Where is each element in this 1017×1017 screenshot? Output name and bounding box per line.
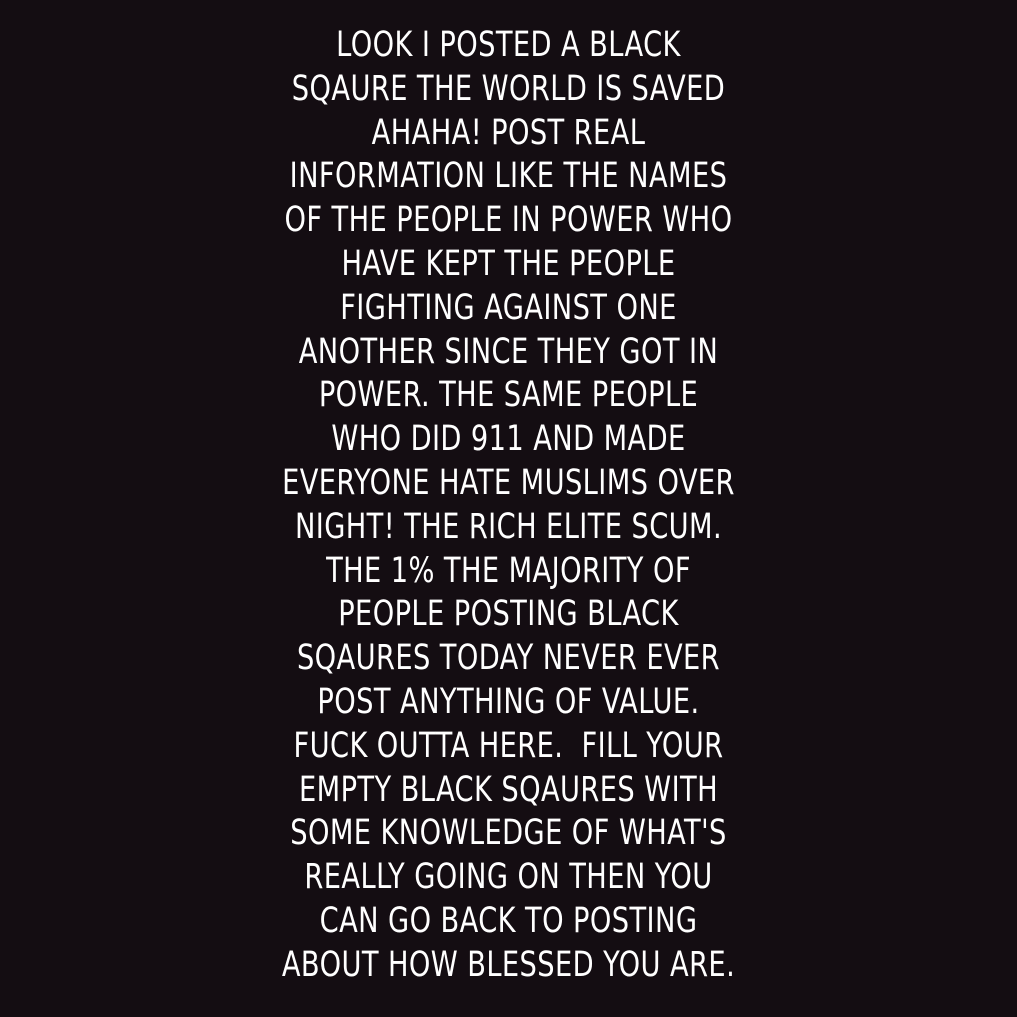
text-line-2: SQAURE THE WORLD IS SAVED bbox=[291, 68, 726, 109]
post-text: LOOK I POSTED A BLACK SQAURE THE WORLD I… bbox=[0, 24, 1017, 988]
text-line-19: SOME KNOWLEDGE OF WHAT'S bbox=[290, 813, 727, 854]
text-line-17: FUCK OUTTA HERE. FILL YOUR bbox=[293, 725, 724, 766]
text-line-22: ABOUT HOW BLESSED YOU ARE. bbox=[281, 944, 736, 985]
text-line-15: SQAURES TODAY NEVER EVER bbox=[296, 638, 721, 679]
text-line-3: AHAHA! POST REAL bbox=[371, 112, 646, 153]
text-line-7: FIGHTING AGAINST ONE bbox=[340, 287, 677, 328]
text-line-10: WHO DID 911 AND MADE bbox=[331, 419, 686, 460]
text-line-20: REALLY GOING ON THEN YOU bbox=[304, 857, 713, 898]
text-line-5: OF THE PEOPLE IN POWER WHO bbox=[284, 200, 733, 241]
text-line-16: POST ANYTHING OF VALUE. bbox=[317, 681, 700, 722]
text-line-21: CAN GO BACK TO POSTING bbox=[319, 900, 698, 941]
text-line-4: INFORMATION LIKE THE NAMES bbox=[289, 156, 728, 197]
text-line-14: PEOPLE POSTING BLACK bbox=[338, 594, 679, 635]
text-line-1: LOOK I POSTED A BLACK bbox=[336, 25, 681, 65]
text-line-6: HAVE KEPT THE PEOPLE bbox=[341, 243, 676, 284]
text-line-8: ANOTHER SINCE THEY GOT IN bbox=[298, 331, 719, 372]
post-image: LOOK I POSTED A BLACK SQAURE THE WORLD I… bbox=[0, 0, 1017, 1017]
text-line-9: POWER. THE SAME PEOPLE bbox=[318, 375, 699, 416]
text-line-12: NIGHT! THE RICH ELITE SCUM. bbox=[294, 506, 723, 547]
text-line-13: THE 1% THE MAJORITY OF bbox=[326, 550, 691, 591]
text-line-18: EMPTY BLACK SQAURES WITH bbox=[298, 769, 719, 810]
text-line-11: EVERYONE HATE MUSLIMS OVER bbox=[282, 462, 735, 503]
